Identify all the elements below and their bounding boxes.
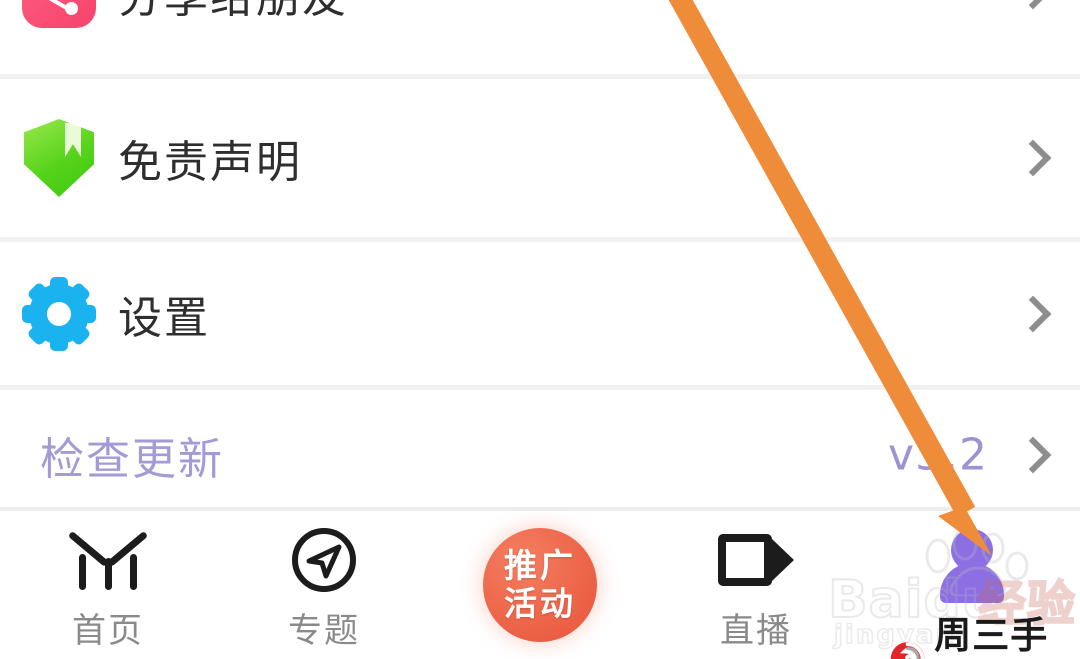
tab-home-label: 首页 — [72, 611, 144, 651]
settings-row-check-update[interactable]: 检查更新 v3.2 — [0, 390, 1080, 519]
person-icon — [939, 529, 1005, 603]
settings-row-disclaimer[interactable]: 免责声明 — [0, 79, 1080, 237]
settings-row-settings[interactable]: 设置 — [0, 242, 1080, 385]
gear-icon — [0, 276, 118, 351]
tab-promotion[interactable]: 推广 活动 — [432, 511, 648, 659]
app-version-value: v3.2 — [887, 429, 988, 480]
spiral-logo-icon — [890, 642, 925, 659]
chevron-right-icon — [1014, 139, 1052, 177]
video-camera-icon — [718, 529, 794, 591]
share-icon — [0, 0, 118, 28]
settings-row-share[interactable]: 分享给朋友 — [0, 0, 1080, 74]
settings-row-share-label: 分享给朋友 — [118, 0, 348, 25]
site-logo: 周三手游网 — [890, 605, 1080, 659]
tab-live[interactable]: 直播 — [648, 511, 864, 659]
compass-icon — [292, 528, 356, 592]
tab-promotion-label-line1: 推广 — [504, 546, 576, 585]
tab-promotion-label-line2: 活动 — [504, 584, 576, 623]
settings-row-settings-label: 设置 — [118, 292, 210, 344]
chevron-right-icon — [1014, 0, 1052, 10]
shield-icon — [0, 119, 118, 197]
promo-badge-icon[interactable]: 推广 活动 — [483, 528, 597, 642]
tab-home[interactable]: 首页 — [0, 511, 216, 659]
chevron-right-icon — [1014, 436, 1052, 473]
tab-topic[interactable]: 专题 — [216, 511, 432, 659]
settings-row-check-update-label: 检查更新 — [40, 433, 224, 485]
settings-row-disclaimer-label: 免责声明 — [118, 137, 302, 188]
site-logo-text: 周三手游网 — [934, 614, 1049, 657]
app-screen: 分享给朋友 免责声明 设置 — [0, 0, 1080, 659]
home-icon — [67, 529, 149, 591]
tab-live-label: 直播 — [720, 611, 792, 651]
tab-topic-label: 专题 — [288, 611, 360, 651]
settings-list: 分享给朋友 免责声明 设置 — [0, 0, 1080, 519]
chevron-right-icon — [1014, 295, 1052, 332]
